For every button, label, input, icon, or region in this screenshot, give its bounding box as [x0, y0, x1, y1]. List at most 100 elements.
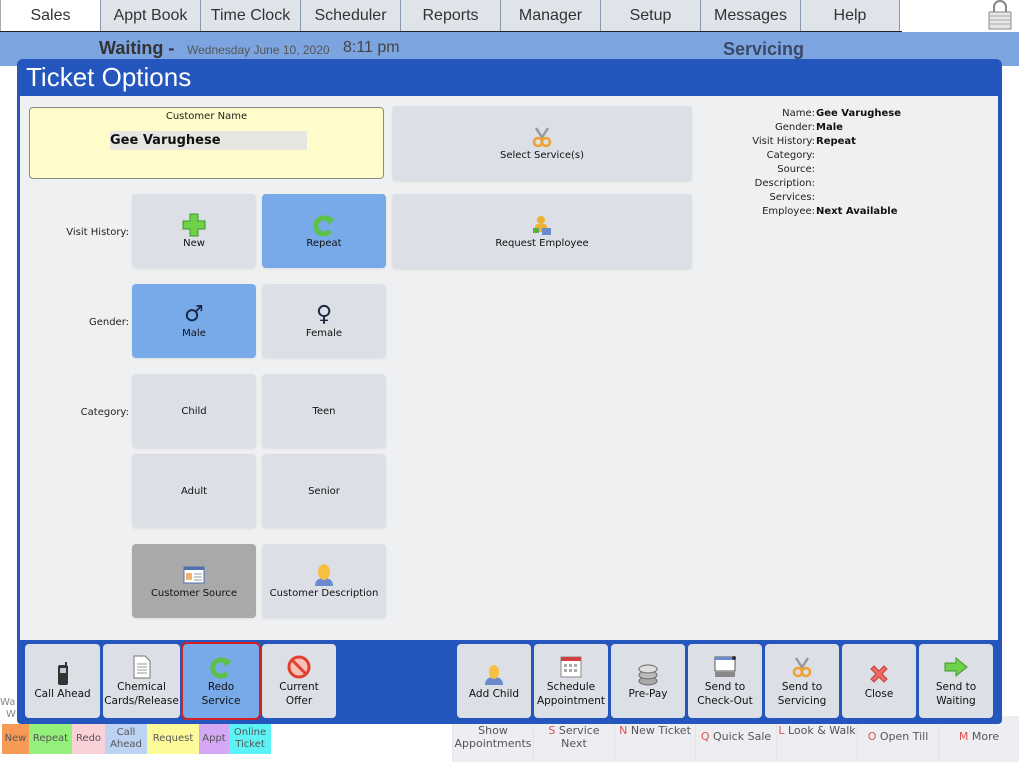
visit-repeat-label: Repeat: [306, 237, 342, 249]
customer-source-label: Customer Source: [150, 587, 238, 599]
chemical-cards-button[interactable]: Chemical Cards/Release: [103, 644, 180, 718]
summary-row: Visit History: Repeat: [720, 135, 901, 149]
select-services-button[interactable]: Select Service(s): [392, 106, 692, 181]
prohibited-icon: [287, 655, 311, 679]
dialog-title: Ticket Options: [26, 62, 192, 92]
customer-name-field[interactable]: Gee Varughese: [110, 131, 307, 150]
summary-value: [815, 177, 816, 191]
repeat-arrow-icon: [312, 214, 336, 236]
schedule-label-1: Schedule: [546, 680, 596, 693]
status-legend: New Repeat Redo Call Ahead Request Appt …: [2, 724, 271, 754]
summary-value: Next Available: [816, 206, 898, 217]
tab-reports[interactable]: Reports: [400, 0, 500, 31]
ticket-summary: Name: Gee Varughese Gender: Male Visit His…: [720, 107, 901, 219]
legend-appt: Appt: [199, 724, 229, 754]
customer-name-label: Customer Name: [165, 111, 248, 122]
call-ahead-label: Call Ahead: [34, 687, 91, 700]
close-label: Close: [864, 687, 894, 700]
category-teen-button[interactable]: Teen: [262, 374, 386, 448]
send-to-servicing-button[interactable]: Send to Servicing: [765, 644, 839, 718]
legend-repeat: Repeat: [29, 724, 72, 754]
tab-messages[interactable]: Messages: [700, 0, 800, 31]
summary-key: Services:: [769, 192, 815, 203]
calendar-icon: [560, 655, 582, 679]
label: Quick Sale: [713, 730, 772, 743]
redo-service-button[interactable]: Redo Service: [181, 642, 261, 720]
female-symbol-icon: ♀: [315, 302, 333, 327]
top-nav: Sales Appt Book Time Clock Scheduler Rep…: [0, 0, 902, 32]
visit-repeat-button[interactable]: Repeat: [262, 194, 386, 268]
gender-female-button[interactable]: ♀ Female: [262, 284, 386, 358]
summary-value: [815, 191, 816, 205]
label: More: [971, 730, 1000, 743]
document-icon: [133, 655, 151, 679]
summary-row: Category:: [720, 149, 901, 163]
tab-manager[interactable]: Manager: [500, 0, 600, 31]
chemical-label-2: Cards/Release: [104, 694, 179, 707]
summary-value: Gee Varughese: [816, 108, 902, 119]
servicing-label-2: Servicing: [777, 694, 827, 707]
scissors-icon: [531, 126, 553, 148]
pre-pay-button[interactable]: Pre-Pay: [611, 644, 685, 718]
tab-setup[interactable]: Setup: [600, 0, 700, 31]
source-card-icon: [183, 564, 205, 586]
offer-label-2: Offer: [285, 694, 313, 707]
category-adult-button[interactable]: Adult: [132, 454, 256, 528]
waiting-label-2: Waiting: [936, 694, 976, 707]
schedule-appointment-button[interactable]: Schedule Appointment: [534, 644, 608, 718]
redo-label-2: Service: [201, 694, 241, 707]
category-child-button[interactable]: Child: [132, 374, 256, 448]
category-teen-label: Teen: [312, 405, 336, 417]
visit-new-label: New: [183, 237, 205, 249]
close-button[interactable]: Close: [842, 644, 916, 718]
dialog-content: Customer Name Gee Varughese Select Servi…: [20, 96, 998, 640]
tab-appt-book[interactable]: Appt Book: [100, 0, 200, 31]
tab-help[interactable]: Help: [800, 0, 900, 31]
category-senior-button[interactable]: Senior: [262, 454, 386, 528]
child-person-icon: [483, 662, 505, 686]
summary-key: Visit History:: [752, 136, 815, 147]
date-label: Wednesday June 10, 2020: [187, 43, 330, 57]
send-to-waiting-button[interactable]: Send to Waiting: [919, 644, 993, 718]
send-to-checkout-button[interactable]: Send to Check-Out: [688, 644, 762, 718]
plus-icon: [182, 213, 206, 236]
scissors-icon: [791, 655, 813, 679]
gender-female-label: Female: [305, 327, 343, 339]
customer-description-button[interactable]: Customer Description: [262, 544, 386, 618]
tab-time-clock[interactable]: Time Clock: [200, 0, 300, 31]
label: Open Till: [879, 730, 929, 743]
lock-icon[interactable]: [987, 0, 1013, 30]
request-employee-button[interactable]: Request Employee: [392, 194, 692, 269]
summary-key: Employee:: [762, 206, 815, 217]
truncated-text: W: [6, 709, 16, 720]
summary-row: Employee: Next Available: [720, 205, 901, 219]
chemical-label-1: Chemical: [117, 680, 166, 693]
offer-label-1: Current: [279, 680, 319, 693]
summary-key: Name:: [782, 108, 815, 119]
tab-sales[interactable]: Sales: [0, 0, 100, 31]
summary-row: Name: Gee Varughese: [720, 107, 901, 121]
customer-source-button[interactable]: Customer Source: [132, 544, 256, 618]
hotkey: L: [778, 724, 785, 737]
customer-description-label: Customer Description: [269, 587, 379, 599]
visit-new-button[interactable]: New: [132, 194, 256, 268]
gender-male-button[interactable]: ♂ Male: [132, 284, 256, 358]
summary-value: Male: [816, 122, 843, 133]
redo-arrow-icon: [209, 655, 233, 679]
label: Service Next: [558, 724, 600, 750]
truncated-text: Wa: [0, 697, 16, 708]
add-child-button[interactable]: Add Child: [457, 644, 531, 718]
label: Look & Walk: [787, 724, 856, 737]
time-label: 8:11 pm: [343, 39, 400, 56]
call-ahead-button[interactable]: Call Ahead: [25, 644, 100, 718]
hotkey: O: [867, 730, 877, 743]
summary-row: Services:: [720, 191, 901, 205]
schedule-label-2: Appointment: [536, 694, 606, 707]
right-arrow-icon: [944, 655, 968, 679]
tab-scheduler[interactable]: Scheduler: [300, 0, 400, 31]
category-senior-label: Senior: [308, 485, 340, 497]
summary-row: Source:: [720, 163, 901, 177]
legend-call-ahead: Call Ahead: [105, 724, 147, 754]
current-offer-button[interactable]: Current Offer: [262, 644, 336, 718]
waiting-label: Waiting -: [99, 38, 175, 58]
